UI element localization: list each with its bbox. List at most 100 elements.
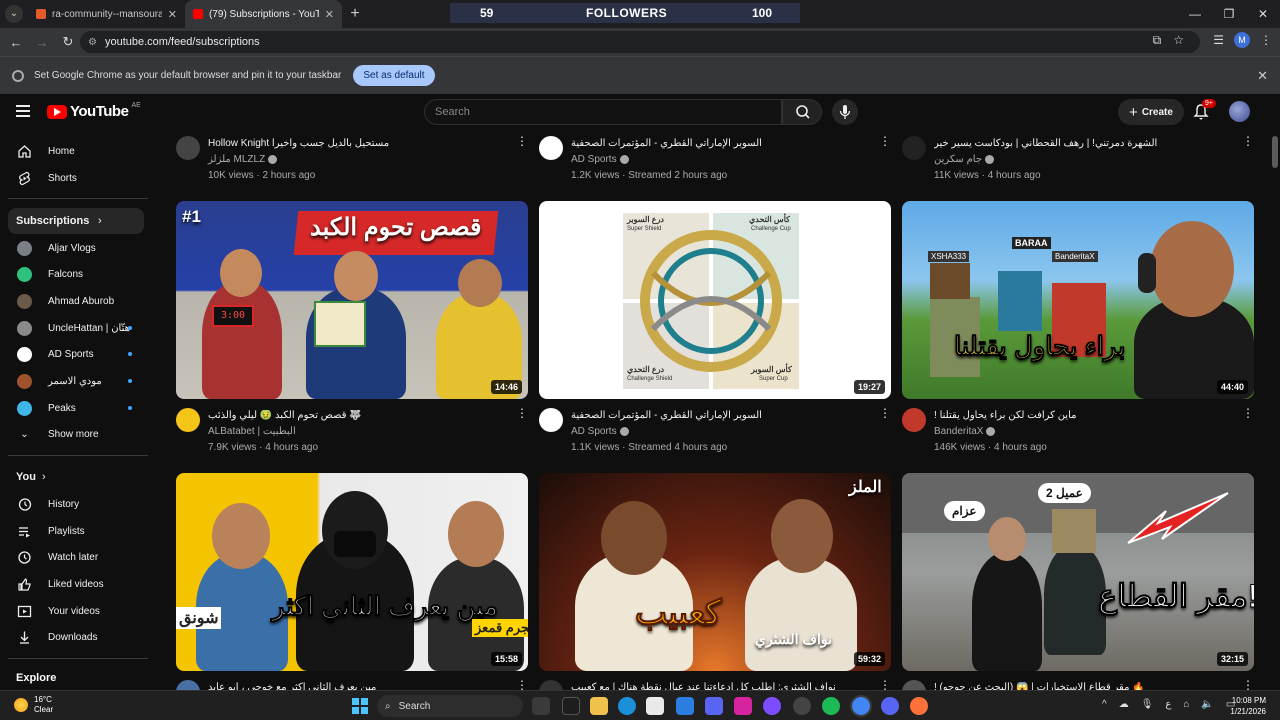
more-options-icon[interactable]: ⋮: [516, 679, 528, 690]
microphone-icon[interactable]: 🎙: [1141, 699, 1154, 710]
spotify-icon[interactable]: [822, 697, 840, 715]
more-options-icon[interactable]: ⋮: [879, 135, 891, 147]
media-app-icon[interactable]: [763, 697, 781, 715]
close-tab-icon[interactable]: ✕: [325, 8, 334, 21]
onedrive-icon[interactable]: ☁: [1119, 699, 1129, 710]
sidebar-item-watch-later[interactable]: Watch later: [8, 544, 144, 570]
channel-name[interactable]: ALBatabet | البطبيت: [208, 426, 296, 437]
close-tab-icon[interactable]: ✕: [168, 8, 177, 21]
volume-icon[interactable]: 🔈: [1201, 699, 1213, 710]
url-bar[interactable]: ⚙ youtube.com/feed/subscriptions: [80, 31, 1200, 53]
site-info-icon[interactable]: ⚙: [88, 37, 97, 48]
video-thumbnail[interactable]: BARAA BanderitaX XSHA333 براء يحاول يقتل…: [902, 201, 1254, 399]
channel-avatar[interactable]: [539, 680, 563, 690]
task-view-icon[interactable]: [532, 697, 550, 715]
sidebar-item-shorts[interactable]: Shorts: [8, 165, 144, 191]
more-options-icon[interactable]: ⋮: [1242, 679, 1254, 690]
language-icon[interactable]: ع: [1165, 699, 1171, 710]
video-title[interactable]: مين يعرف الثاني اكثر مع خوجي ، ابو عابد: [208, 682, 508, 690]
firefox-icon[interactable]: [910, 697, 928, 715]
notifications-button[interactable]: 9+: [1192, 99, 1216, 121]
more-options-icon[interactable]: ⋮: [516, 407, 528, 419]
more-options-icon[interactable]: ⋮: [879, 407, 891, 419]
video-title[interactable]: السوبر الإماراتي القطري - المؤتمرات الصح…: [571, 410, 871, 421]
youtube-logo[interactable]: YouTube AE: [47, 102, 141, 120]
video-title[interactable]: الشهرة دمرتني! | رهف القحطاني | بودكاست …: [934, 138, 1234, 149]
channel-name[interactable]: AD Sports: [571, 426, 629, 437]
more-options-icon[interactable]: ⋮: [1242, 135, 1254, 147]
bookmark-star-icon[interactable]: ☆: [1173, 33, 1184, 48]
obs-icon[interactable]: [793, 697, 811, 715]
channel-name[interactable]: BanderitaX: [934, 426, 996, 437]
page-scrollbar[interactable]: [1270, 130, 1280, 690]
video-card-meta[interactable]: Hollow Knight مستحيل بالديل جسب واخيرا م…: [176, 134, 528, 184]
menu-kebab-icon[interactable]: ⋮: [1260, 33, 1272, 47]
channel-avatar[interactable]: [176, 136, 200, 160]
video-title[interactable]: ! ماين كرافت لكن براء يحاول يقتلنا: [934, 410, 1234, 421]
minimize-icon[interactable]: —: [1178, 0, 1212, 28]
video-thumbnail[interactable]: عزام عميل 2 مقر القطاع! 32:15: [902, 473, 1254, 671]
install-app-icon[interactable]: ⧉: [1153, 33, 1162, 48]
video-card-meta[interactable]: السوبر الإماراتي القطري - المؤتمرات الصح…: [539, 134, 891, 184]
start-button[interactable]: [352, 698, 368, 714]
weather-widget[interactable]: 16°C Clear: [14, 695, 53, 715]
show-more-button[interactable]: ⌄ Show more: [8, 421, 144, 447]
video-title[interactable]: ! (البحث عن جوجو) 😱 | مقر قطاع الاستخبار…: [934, 682, 1234, 690]
sidebar-channel-aljar-vlogs[interactable]: Aljar Vlogs: [8, 235, 144, 261]
voice-search-button[interactable]: [832, 99, 858, 125]
video-card-meta[interactable]: مين يعرف الثاني اكثر مع خوجي ، ابو عابد …: [176, 678, 528, 690]
reload-icon[interactable]: ↻: [56, 34, 80, 50]
sidebar-item-your-videos[interactable]: Your videos: [8, 598, 144, 624]
network-icon[interactable]: ⌂: [1183, 699, 1189, 710]
sidebar-item-downloads[interactable]: Downloads: [8, 624, 144, 650]
edge-icon[interactable]: [618, 697, 636, 715]
channel-avatar[interactable]: [539, 136, 563, 160]
video-thumbnail[interactable]: قصص تحوم الكبد #1 3:00 14:46: [176, 201, 528, 399]
profile-avatar[interactable]: M: [1234, 32, 1250, 48]
video-title[interactable]: السوبر الإماراتي القطري - المؤتمرات الصح…: [571, 138, 871, 149]
tab-search-button[interactable]: ⌄: [0, 0, 28, 28]
channel-name[interactable]: AD Sports: [571, 154, 629, 165]
channel-avatar[interactable]: [902, 408, 926, 432]
close-window-icon[interactable]: ✕: [1246, 0, 1280, 28]
restore-icon[interactable]: ❐: [1212, 0, 1246, 28]
channel-avatar[interactable]: [902, 136, 926, 160]
taskbar-search[interactable]: ⌕ Search: [377, 695, 523, 717]
sidebar-subscriptions-header[interactable]: Subscriptions ›: [8, 208, 144, 234]
video-card-meta[interactable]: ! ماين كرافت لكن براء يحاول يقتلنا Bande…: [902, 406, 1254, 456]
clock[interactable]: 10:08 PM 1/21/2026: [1230, 695, 1266, 717]
video-thumbnail[interactable]: درع السوبر Super Shield كأس التحدي Chall…: [539, 201, 891, 399]
sidebar-item-playlists[interactable]: Playlists: [8, 518, 144, 544]
video-card-meta[interactable]: قصص تحوم الكبد 🤢 ليلي والذئب 🐺 ALBatabet…: [176, 406, 528, 456]
video-thumbnail[interactable]: مين يعرف الثاني اكثر شونق مجرم قمعز 15:5…: [176, 473, 528, 671]
forward-icon[interactable]: →: [30, 35, 54, 50]
chrome-taskbar-icon[interactable]: [850, 695, 872, 717]
instagram-icon[interactable]: [734, 697, 752, 715]
tab-youtube-subscriptions[interactable]: (79) Subscriptions - YouTube ✕: [185, 0, 342, 28]
discord-alt-icon[interactable]: [881, 697, 899, 715]
create-button[interactable]: + Create: [1118, 99, 1184, 125]
video-title[interactable]: نواف الشثري: أطلب كل ادعاءتنا عند عيال ن…: [571, 682, 871, 690]
sidebar-channel-ad-sports[interactable]: AD Sports: [8, 341, 144, 367]
store-icon[interactable]: [646, 697, 664, 715]
sidebar-channel-ahmad-aburob[interactable]: Ahmad Aburob: [8, 288, 144, 314]
sidebar-channel-moody[interactable]: مودي الاسمر: [8, 368, 144, 394]
close-infobar-icon[interactable]: ✕: [1257, 68, 1268, 84]
video-thumbnail[interactable]: الملز كعبيب نواف الشثري 59:32: [539, 473, 891, 671]
video-card-meta[interactable]: ! (البحث عن جوجو) 😱 | مقر قطاع الاستخبار…: [902, 678, 1254, 690]
video-card-meta[interactable]: الشهرة دمرتني! | رهف القحطاني | بودكاست …: [902, 134, 1254, 184]
m365-icon[interactable]: [562, 697, 580, 715]
search-button[interactable]: [782, 99, 822, 125]
sidebar-item-home[interactable]: Home: [8, 138, 144, 164]
sidebar-channel-falcons[interactable]: Falcons: [8, 261, 144, 287]
back-icon[interactable]: ←: [4, 35, 28, 50]
more-options-icon[interactable]: ⋮: [1242, 407, 1254, 419]
menu-hamburger-icon[interactable]: [16, 105, 30, 120]
reading-list-icon[interactable]: ☰: [1213, 33, 1224, 47]
channel-avatar[interactable]: [902, 680, 926, 690]
discord-icon[interactable]: [705, 697, 723, 715]
video-title[interactable]: Hollow Knight مستحيل بالديل جسب واخيرا: [208, 138, 508, 149]
set-default-button[interactable]: Set as default: [353, 65, 435, 86]
channel-avatar[interactable]: [176, 408, 200, 432]
sidebar-you-header[interactable]: You ›: [8, 464, 144, 490]
